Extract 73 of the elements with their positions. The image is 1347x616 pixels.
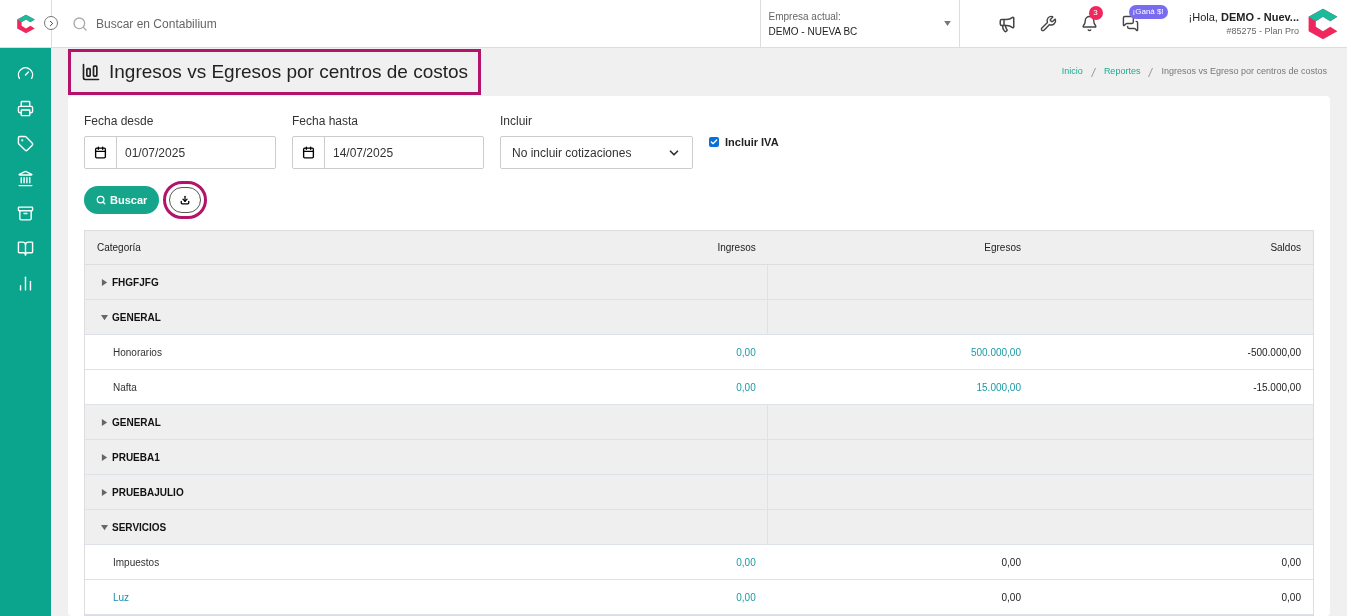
group-name: SERVICIOS	[112, 520, 167, 535]
field-label: Fecha desde	[84, 113, 155, 130]
bell-icon[interactable]	[1080, 15, 1098, 32]
checkbox-label: Incluir IVA	[725, 135, 779, 150]
iva-checkbox[interactable]	[709, 137, 719, 148]
column-header: Saldos	[1269, 241, 1302, 255]
column-header: Ingresos	[716, 241, 757, 255]
group-name: GENERAL	[112, 310, 161, 325]
breadcrumb-separator-icon	[1090, 67, 1096, 77]
expand-icon[interactable]	[44, 16, 58, 30]
caret-right-icon[interactable]	[101, 418, 108, 426]
group-name: PRUEBAJULIO	[112, 485, 184, 500]
category-name: Nafta	[112, 380, 138, 395]
search-icon	[96, 195, 106, 205]
field-label: Fecha hasta	[292, 113, 360, 130]
breadcrumb-separator-icon	[1148, 67, 1154, 77]
amount-cell[interactable]: 500.000,00	[767, 344, 1033, 360]
amount-cell[interactable]: 0,00	[502, 589, 768, 605]
bar-chart-icon	[81, 62, 101, 82]
chat-icon[interactable]	[1121, 15, 1139, 32]
search-field[interactable]: Buscar en Contabilium	[96, 14, 396, 33]
breadcrumb-item[interactable]: Inicio	[1061, 65, 1083, 79]
amount-cell[interactable]: 15.000,00	[767, 379, 1033, 395]
category-name[interactable]: Luz	[85, 589, 503, 605]
group-name: GENERAL	[112, 415, 161, 430]
promo-badge[interactable]: ¡Ganá $!	[1128, 5, 1168, 19]
greeting: ¡Hola, DEMO - Nuev...	[1188, 9, 1299, 25]
amount-cell-text: 0,00	[1280, 590, 1302, 605]
book-icon[interactable]	[17, 240, 34, 257]
search-button[interactable]: Buscar	[84, 186, 160, 214]
account-plan: #85275 - Plan Pro	[1226, 25, 1299, 38]
amount-cell[interactable]: 0,00	[502, 554, 768, 570]
category-name: Honorarios	[112, 345, 163, 360]
amount-cell[interactable]: 0,00	[502, 379, 768, 395]
gauge-icon[interactable]	[17, 65, 34, 82]
caret-right-icon[interactable]	[101, 278, 108, 286]
bank-icon[interactable]	[17, 170, 34, 187]
column-header: Egresos	[983, 241, 1022, 255]
caret-down-icon[interactable]	[101, 313, 108, 321]
page-title: Ingresos vs Egresos por centros de costos	[68, 48, 482, 96]
breadcrumb-item[interactable]: Reportes	[1103, 65, 1141, 79]
calendar-icon	[302, 146, 315, 159]
printer-icon[interactable]	[17, 100, 34, 117]
amount-cell-text: 0,00	[1280, 555, 1302, 570]
amount-cell-text: 0,00	[1000, 555, 1022, 570]
company-selector[interactable]: Empresa actual: DEMO - NUEVA BC	[759, 0, 960, 47]
caret-down-icon	[943, 21, 951, 26]
group-name: FHGFJFG	[112, 275, 159, 290]
wrench-icon[interactable]	[1039, 15, 1057, 32]
date-field[interactable]: 14/07/2025	[292, 136, 484, 169]
bar-chart-icon[interactable]	[17, 275, 34, 292]
caret-right-icon[interactable]	[101, 488, 108, 496]
megaphone-icon[interactable]	[997, 14, 1016, 33]
archive-icon[interactable]	[17, 205, 34, 222]
group-name: PRUEBA1	[112, 450, 160, 465]
include-select[interactable]: No incluir cotizaciones	[500, 136, 693, 169]
caret-down-icon[interactable]	[101, 523, 108, 531]
logo-icon[interactable]	[14, 12, 37, 35]
field-label: Incluir	[500, 113, 533, 130]
tag-icon[interactable]	[17, 135, 34, 152]
calendar-icon	[94, 146, 107, 159]
caret-right-icon[interactable]	[101, 453, 108, 461]
column-header: Categoría	[96, 241, 142, 255]
search-icon	[72, 15, 88, 32]
amount-cell-text: -500.000,00	[1246, 345, 1302, 360]
date-field[interactable]: 01/07/2025	[84, 136, 276, 169]
notification-badge: 3	[1088, 6, 1103, 20]
category-name: Impuestos	[112, 555, 161, 570]
amount-cell-text: 0,00	[1000, 590, 1022, 605]
amount-cell-text: -15.000,00	[1252, 380, 1302, 395]
breadcrumb-item: Ingresos vs Egreso por centros de costos	[1161, 65, 1327, 79]
download-icon	[180, 195, 191, 205]
amount-cell[interactable]: 0,00	[502, 344, 768, 360]
